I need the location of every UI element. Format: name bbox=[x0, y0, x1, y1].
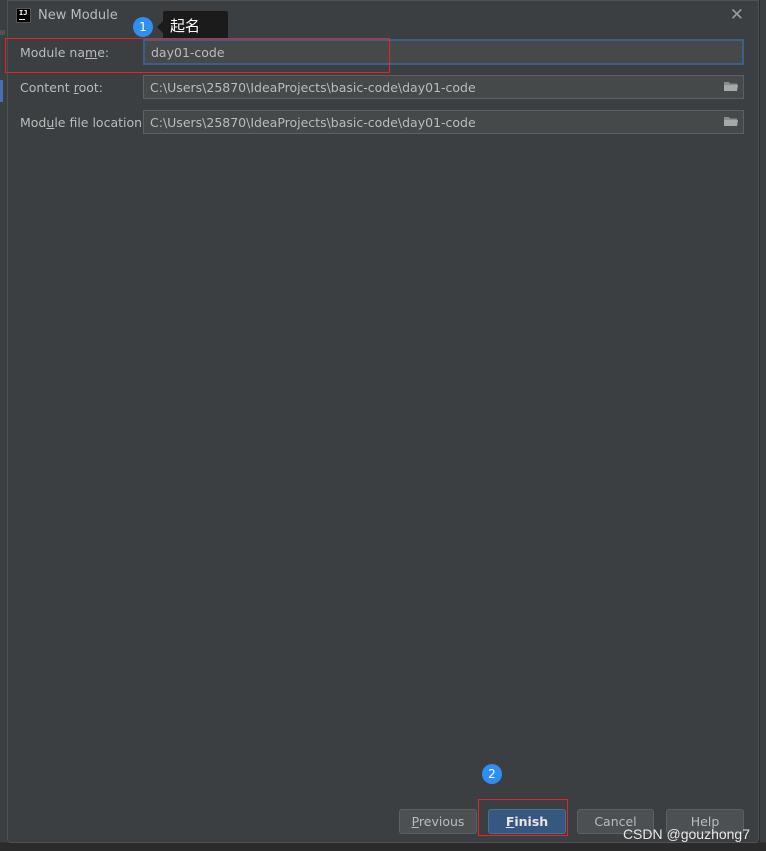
background-window-edge-right bbox=[760, 0, 766, 851]
annotation-highlight-module-name bbox=[5, 38, 390, 73]
step-2-badge: 2 bbox=[482, 764, 502, 784]
module-file-location-label: Module file location: bbox=[20, 115, 147, 130]
close-icon[interactable]: ✕ bbox=[730, 6, 744, 24]
module-file-location-input[interactable] bbox=[143, 110, 744, 134]
new-module-dialog: IJ New Module ✕ 1 起名 Module name: Conten… bbox=[5, 0, 759, 843]
background-tick bbox=[0, 30, 5, 35]
content-root-input[interactable] bbox=[143, 75, 744, 99]
background-window-edge-bottom bbox=[0, 842, 766, 851]
previous-button[interactable]: Previous bbox=[399, 809, 477, 834]
folder-browse-icon[interactable] bbox=[724, 116, 738, 127]
module-file-location-row: Module file location: bbox=[20, 110, 744, 136]
annotation-highlight-finish bbox=[478, 799, 568, 836]
dialog-titlebar[interactable]: IJ New Module ✕ bbox=[8, 1, 758, 31]
content-root-row: Content root: bbox=[20, 75, 744, 101]
content-root-label: Content root: bbox=[20, 80, 103, 95]
background-selection-marker bbox=[0, 80, 3, 102]
folder-browse-icon[interactable] bbox=[724, 81, 738, 92]
intellij-app-icon: IJ bbox=[16, 8, 31, 23]
csdn-watermark: CSDN @gouzhong7 bbox=[622, 826, 750, 842]
dialog-title: New Module bbox=[38, 8, 118, 23]
step-1-badge: 1 bbox=[133, 17, 153, 37]
